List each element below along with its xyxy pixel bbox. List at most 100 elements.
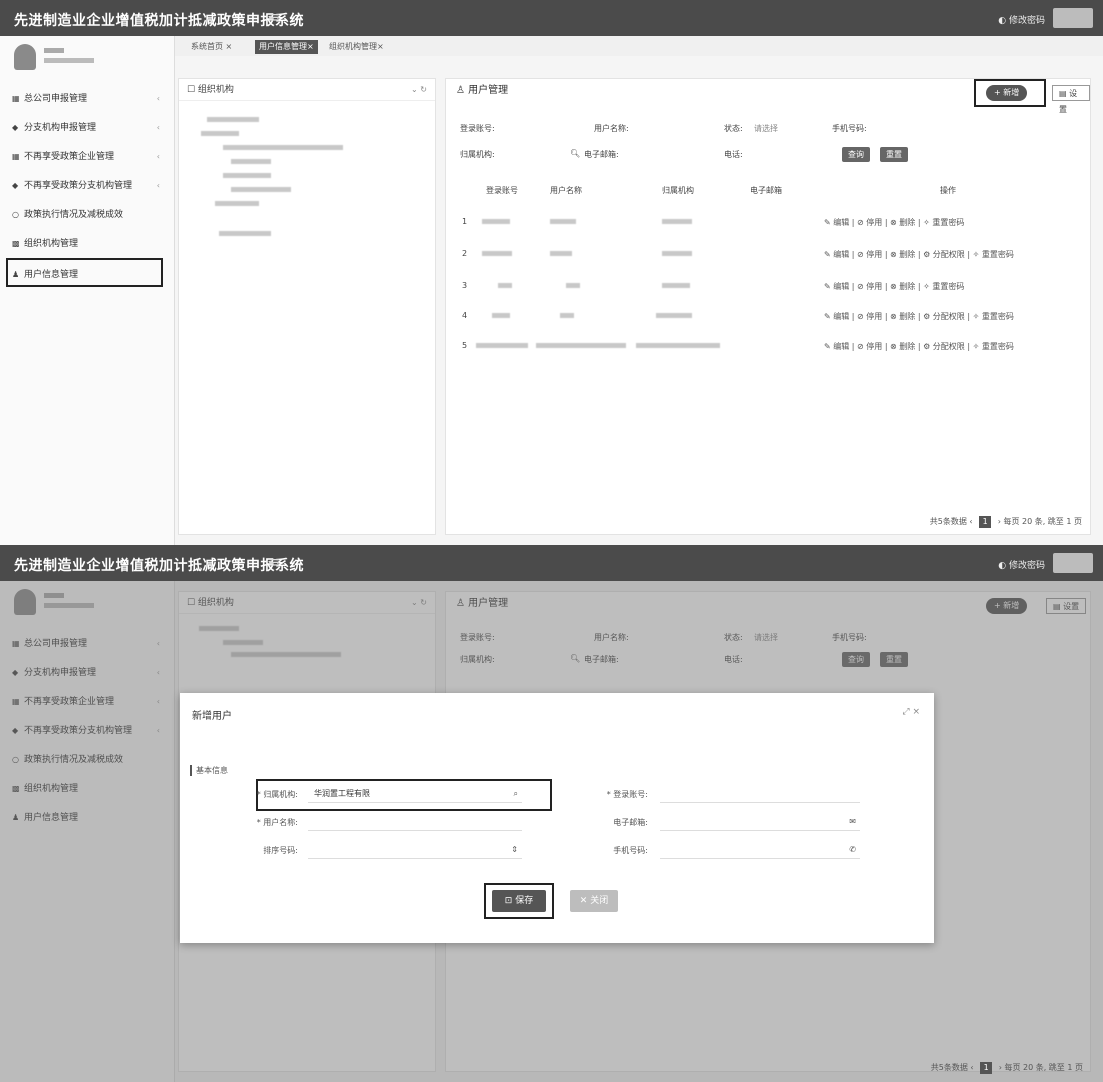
filter-email-label: 电子邮箱: <box>584 150 619 159</box>
close-button[interactable]: ✕ 关闭 <box>570 890 618 912</box>
row-actions[interactable]: ✎ 编辑 | ⊘ 停用 | ⊗ 删除 | ⚙ 分配权限 | ✧ 重置密码 <box>824 341 1014 352</box>
row-number: 2 <box>462 249 468 258</box>
filter-status-label: 状态: <box>724 124 743 133</box>
status-select[interactable]: 请选择 <box>754 123 778 134</box>
sidebar-item-exempt-branch[interactable]: ◆ 不再享受政策分支机构管理 ‹ <box>0 171 174 200</box>
search-icon[interactable]: ⌕ <box>514 785 518 803</box>
top-screenshot: 先进制造业企业增值税加计抵减政策申报系统 ≡ ◐ 修改密码 ▦ 总公司申报管理 ‹ … <box>0 0 1103 545</box>
profile-name <box>44 48 64 53</box>
column-header[interactable]: 用户名称 <box>550 185 582 196</box>
spinner-icon[interactable]: ⇕ <box>511 841 518 859</box>
total-count: 共5条数据 <box>929 517 967 526</box>
org-icon: ▩ <box>12 239 20 248</box>
tree-node[interactable] <box>219 231 271 236</box>
search-icon[interactable]: 🔍︎ <box>570 149 580 158</box>
page-size-label: 每页 20 条, 跳至 <box>1004 1063 1065 1072</box>
sidebar-item-branch-report[interactable]: ◆ 分支机构申报管理 ‹ <box>0 113 174 142</box>
row-actions[interactable]: ✎ 编辑 | ⊘ 停用 | ⊗ 删除 | ✧ 重置密码 <box>824 217 964 228</box>
column-header[interactable]: 登录账号 <box>486 185 518 196</box>
grid-icon: ▦ <box>12 152 20 161</box>
profile-role <box>44 58 94 63</box>
avatar[interactable] <box>1053 553 1093 573</box>
save-button[interactable]: ⊡ 保存 <box>492 890 546 912</box>
dialog-title: 新增用户 <box>192 711 232 722</box>
tree-node[interactable] <box>223 173 271 178</box>
reset-button[interactable]: 重置 <box>880 147 908 162</box>
org-tree-panel: ☐ 组织机构 ⌄ ↻ <box>178 78 436 535</box>
sidebar-item-label: 政策执行情况及减税成效 <box>24 210 124 220</box>
filter-username-label: 用户名称: <box>594 124 629 133</box>
tab-org-management[interactable]: 组织机构管理× <box>325 40 388 54</box>
row-actions[interactable]: ✎ 编辑 | ⊘ 停用 | ⊗ 删除 | ⚙ 分配权限 | ✧ 重置密码 <box>824 311 1014 322</box>
user-profile <box>0 36 174 84</box>
chevron-left-icon: ‹ <box>156 123 160 132</box>
pagination: 共5条数据 ‹ 1 › 每页 20 条, 跳至 1 页 <box>930 516 1082 528</box>
tree-node[interactable] <box>231 187 291 192</box>
column-header[interactable]: 归属机构 <box>662 185 694 196</box>
login-field-label: * 登录账号: <box>606 790 648 799</box>
tree-tools-icon[interactable]: ⌄ ↻ <box>411 79 427 101</box>
username-field-label: * 用户名称: <box>256 818 298 827</box>
row-actions[interactable]: ✎ 编辑 | ⊘ 停用 | ⊗ 删除 | ⚙ 分配权限 | ✧ 重置密码 <box>824 249 1014 260</box>
row-number: 4 <box>462 311 468 320</box>
add-user-dialog: 新增用户 ⤢ × 基本信息 * 归属机构: 华润置工程有限 ⌕ * 登录账号: … <box>180 693 934 943</box>
tree-node[interactable] <box>201 131 239 136</box>
row-actions[interactable]: ✎ 编辑 | ⊘ 停用 | ⊗ 删除 | ✧ 重置密码 <box>824 281 964 292</box>
change-password-link[interactable]: ◐ 修改密码 <box>998 558 1045 571</box>
sidebar-item-label: 总公司申报管理 <box>24 94 88 104</box>
org-field[interactable]: 华润置工程有限 ⌕ <box>308 785 522 803</box>
tab-home[interactable]: 系统首页 × <box>187 40 236 54</box>
org-field-value: 华润置工程有限 <box>314 789 370 798</box>
bottom-screenshot: 先进制造业企业增值税加计抵减政策申报系统 ≡ ◐ 修改密码 ▦ 总公司申报管理 ‹ … <box>0 545 1103 1082</box>
page-1-button[interactable]: 1 <box>980 1062 993 1074</box>
org-field-label: * 归属机构: <box>256 790 298 799</box>
chevron-left-icon: ‹ <box>156 94 160 103</box>
user-list-panel: ♙ 用户管理 + 新增 ▤ 设置 登录账号: 用户名称: 状态: 请选择 手机号… <box>445 78 1091 535</box>
next-page-button[interactable]: › <box>999 1063 1002 1072</box>
sidebar-item-exempt-enterprise[interactable]: ▦ 不再享受政策企业管理 ‹ <box>0 142 174 171</box>
hamburger-icon[interactable]: ≡ <box>268 8 281 26</box>
sidebar-item-label: 不再享受政策企业管理 <box>24 152 115 162</box>
query-button[interactable]: 查询 <box>842 147 870 162</box>
tab-user-management[interactable]: 用户信息管理× <box>255 40 318 54</box>
chevron-left-icon: ‹ <box>156 181 160 190</box>
org-tree-header: ☐ 组织机构 ⌄ ↻ <box>179 79 435 101</box>
row-number: 1 <box>462 217 468 226</box>
row-number: 3 <box>462 281 468 290</box>
sidebar-item-org-management[interactable]: ▩ 组织机构管理 <box>0 229 174 258</box>
email-field[interactable]: ✉ <box>660 813 860 831</box>
section-basic-info: 基本信息 <box>190 765 228 776</box>
sidebar-item-hq-report[interactable]: ▦ 总公司申报管理 ‹ <box>0 84 174 113</box>
sidebar-item-policy-effect[interactable]: ○ 政策执行情况及减税成效 <box>0 200 174 229</box>
settings-button[interactable]: ▤ 设置 <box>1052 85 1090 114</box>
circle-icon: ○ <box>12 210 19 219</box>
row-number: 5 <box>462 341 468 350</box>
tree-node[interactable] <box>231 159 271 164</box>
app-header: 先进制造业企业增值税加计抵减政策申报系统 ≡ ◐ 修改密码 <box>0 545 1103 581</box>
page-size-label: 每页 20 条, 跳至 <box>1003 517 1064 526</box>
sidebar-item-label: 用户信息管理 <box>24 270 79 280</box>
sort-number-field[interactable]: ⇕ <box>308 841 522 859</box>
page-1-button[interactable]: 1 <box>979 516 992 528</box>
login-field[interactable] <box>660 785 860 803</box>
tree-node[interactable] <box>223 145 343 150</box>
jump-page-input[interactable]: 1 页 <box>1067 1063 1083 1072</box>
hamburger-icon[interactable]: ≡ <box>268 553 281 571</box>
prev-page-button[interactable]: ‹ <box>970 1063 973 1072</box>
phone-icon: ✆ <box>849 845 856 854</box>
avatar[interactable] <box>1053 8 1093 28</box>
panel-title: ♙ 用户管理 <box>456 85 509 96</box>
next-page-button[interactable]: › <box>998 517 1001 526</box>
sidebar-item-user-management[interactable]: ♟ 用户信息管理 <box>6 258 163 287</box>
dialog-controls[interactable]: ⤢ × <box>902 707 920 717</box>
username-field[interactable] <box>308 813 522 831</box>
tree-node[interactable] <box>215 201 259 206</box>
column-header[interactable]: 电子邮箱 <box>750 185 782 196</box>
phone-field[interactable]: ✆ <box>660 841 860 859</box>
change-password-link[interactable]: ◐ 修改密码 <box>998 13 1045 26</box>
jump-page-input[interactable]: 1 页 <box>1066 517 1082 526</box>
prev-page-button[interactable]: ‹ <box>969 517 972 526</box>
filter-org-label: 归属机构: <box>460 150 495 159</box>
tree-node[interactable] <box>207 117 259 122</box>
add-user-button[interactable]: + 新增 <box>986 85 1028 101</box>
